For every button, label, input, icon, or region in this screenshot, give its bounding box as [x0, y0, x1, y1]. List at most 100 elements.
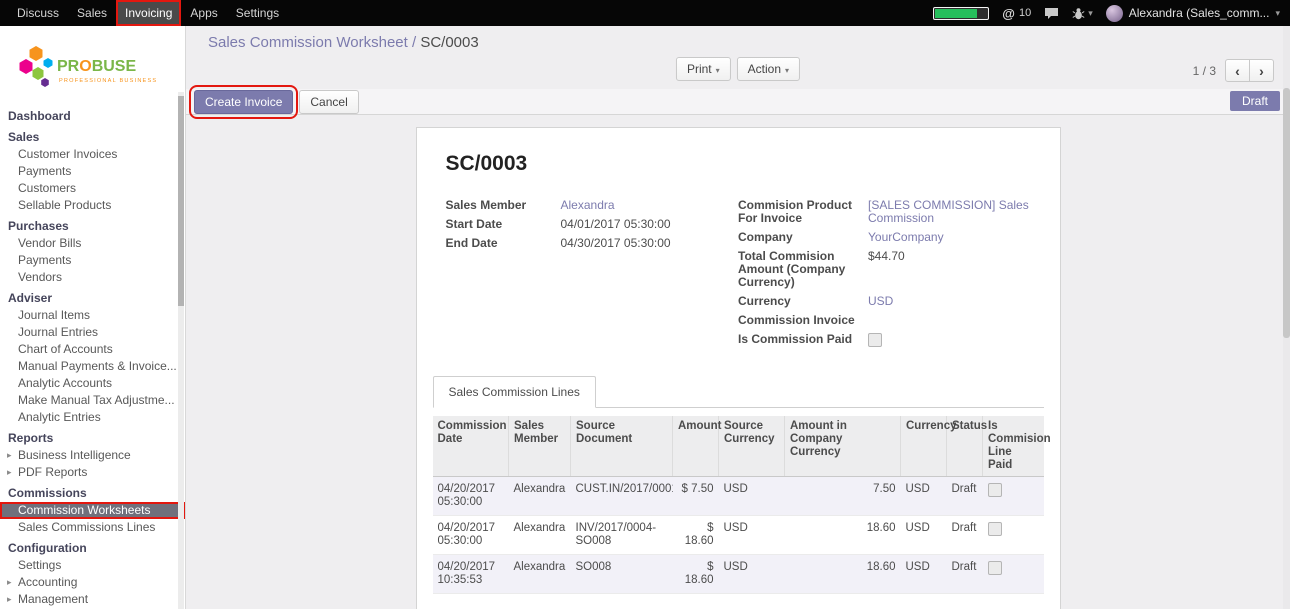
table-row[interactable]: 04/20/2017 05:30:00 Alexandra INV/2017/0… [433, 516, 1044, 555]
sidebar-section-adviser[interactable]: Adviser [0, 290, 185, 307]
sidebar-item-sales-commissions-lines[interactable]: Sales Commissions Lines [0, 519, 185, 536]
field-commission-invoice: Commission Invoice [738, 313, 1031, 327]
field-group-left: Sales Member Alexandra Start Date 04/01/… [446, 198, 739, 352]
field-end-date: End Date 04/30/2017 05:30:00 [446, 236, 739, 250]
sidebar-item-commission-worksheets[interactable]: Commission Worksheets [0, 502, 185, 519]
table-header-row: Commission Date Sales Member Source Docu… [433, 416, 1044, 477]
expand-arrow-icon: ▸ [7, 593, 12, 606]
sidebar-item-payments-purchases[interactable]: Payments [0, 252, 185, 269]
sidebar-section-dashboard[interactable]: Dashboard [0, 108, 185, 125]
sidebar-scrollbar-thumb[interactable] [178, 96, 184, 306]
sidebar-item-chart-of-accounts[interactable]: Chart of Accounts [0, 341, 185, 358]
total-commission-amount-value: $44.70 [868, 249, 905, 289]
menu-settings[interactable]: Settings [227, 0, 288, 26]
tab-sales-commission-lines[interactable]: Sales Commission Lines [433, 376, 596, 408]
sidebar-section-sales[interactable]: Sales [0, 129, 185, 146]
commission-product-link[interactable]: [SALES COMMISSION] Sales Commission [868, 198, 1029, 225]
column-header-commission-date[interactable]: Commission Date [433, 416, 509, 477]
chevron-down-icon: ▾ [1088, 8, 1093, 19]
sidebar-item-pdf-reports[interactable]: ▸PDF Reports [0, 464, 185, 481]
sidebar-item-analytic-entries[interactable]: Analytic Entries [0, 409, 185, 426]
sidebar-item-manual-payments[interactable]: Manual Payments & Invoice... [0, 358, 185, 375]
status-badge: Draft [1230, 91, 1280, 111]
sidebar-item-vendors[interactable]: Vendors [0, 269, 185, 286]
cell-line-paid [983, 555, 1044, 594]
activities-menu[interactable]: @ 10 [1002, 6, 1031, 21]
sidebar-item-tax-adjustments[interactable]: Make Manual Tax Adjustme... [0, 392, 185, 409]
expand-arrow-icon: ▸ [7, 576, 12, 589]
user-menu[interactable]: Alexandra (Sales_comm... ▾ [1106, 5, 1280, 22]
bug-icon [1072, 7, 1085, 20]
menu-apps[interactable]: Apps [181, 0, 226, 26]
column-header-source-document[interactable]: Source Document [571, 416, 673, 477]
column-header-source-currency[interactable]: Source Currency [719, 416, 785, 477]
pager-previous-button[interactable]: ‹ [1225, 59, 1250, 82]
table-row[interactable]: 04/20/2017 05:30:00 Alexandra CUST.IN/20… [433, 477, 1044, 516]
form-sheet: SC/0003 Sales Member Alexandra Start Dat… [416, 127, 1061, 609]
sidebar-item-journal-entries[interactable]: Journal Entries [0, 324, 185, 341]
column-header-currency[interactable]: Currency [901, 416, 947, 477]
sales-member-link[interactable]: Alexandra [561, 198, 615, 212]
pager-next-button[interactable]: › [1250, 59, 1274, 82]
currency-link[interactable]: USD [868, 294, 893, 308]
column-header-is-commission-line-paid[interactable]: Is Commision Line Paid [983, 416, 1044, 477]
breadcrumb-current: SC/0003 [420, 34, 478, 51]
action-button[interactable]: Action▾ [737, 57, 800, 81]
action-label: Action [748, 62, 781, 76]
sidebar-section-configuration[interactable]: Configuration [0, 540, 185, 557]
probuse-logo: PROBUSE PROFESSIONAL BUSINESS [0, 26, 185, 104]
sidebar-item-settings[interactable]: Settings [0, 557, 185, 574]
debug-menu[interactable]: ▾ [1072, 7, 1093, 20]
sidebar-item-accounting[interactable]: ▸Accounting [0, 574, 185, 591]
sidebar-item-sellable-products[interactable]: Sellable Products [0, 197, 185, 214]
logo-subtitle: PROFESSIONAL BUSINESS [59, 78, 157, 84]
cell-source-document: INV/2017/0004-SO008 [571, 516, 673, 555]
menu-invoicing[interactable]: Invoicing [116, 0, 181, 26]
cell-commission-date: 04/20/2017 05:30:00 [433, 516, 509, 555]
field-label: Commission Invoice [738, 313, 868, 327]
cell-currency: USD [901, 516, 947, 555]
user-name: Alexandra (Sales_comm... [1129, 6, 1270, 20]
cancel-button[interactable]: Cancel [299, 90, 358, 114]
table-row[interactable]: 04/20/2017 10:35:53 Alexandra SO008 $ 18… [433, 555, 1044, 594]
line-paid-checkbox [988, 522, 1002, 536]
column-header-status[interactable]: Status [947, 416, 983, 477]
sidebar-section-reports[interactable]: Reports [0, 430, 185, 447]
cell-line-paid [983, 477, 1044, 516]
menu-sales[interactable]: Sales [68, 0, 116, 26]
expand-arrow-icon: ▸ [7, 466, 12, 479]
form-statusbar: Create Invoice Cancel Draft [186, 89, 1290, 115]
sidebar-section-purchases[interactable]: Purchases [0, 218, 185, 235]
sidebar-item-vendor-bills[interactable]: Vendor Bills [0, 235, 185, 252]
column-header-amount[interactable]: Amount [673, 416, 719, 477]
battery-indicator[interactable] [933, 7, 989, 20]
main-scrollbar-thumb[interactable] [1283, 88, 1290, 338]
sidebar-item-payments[interactable]: Payments [0, 163, 185, 180]
cell-amount-company: 18.60 [785, 516, 901, 555]
sidebar-item-customers[interactable]: Customers [0, 180, 185, 197]
sidebar-item-analytic-accounts[interactable]: Analytic Accounts [0, 375, 185, 392]
sidebar-item-business-intelligence[interactable]: ▸Business Intelligence [0, 447, 185, 464]
cell-amount: $ 18.60 [673, 555, 719, 594]
sidebar-section-commissions[interactable]: Commissions [0, 485, 185, 502]
main-scrollbar[interactable] [1283, 26, 1290, 609]
breadcrumb-parent-link[interactable]: Sales Commission Worksheet [208, 34, 408, 51]
column-header-amount-company-currency[interactable]: Amount in Company Currency [785, 416, 901, 477]
sidebar-item-customer-invoices[interactable]: Customer Invoices [0, 146, 185, 163]
print-button[interactable]: Print▾ [676, 57, 731, 81]
messages-button[interactable] [1044, 7, 1059, 20]
sidebar-item-management[interactable]: ▸Management [0, 591, 185, 608]
field-commission-product: Commision Product For Invoice [SALES COM… [738, 198, 1031, 225]
column-header-sales-member[interactable]: Sales Member [509, 416, 571, 477]
sidebar-item-journal-items[interactable]: Journal Items [0, 307, 185, 324]
create-invoice-button[interactable]: Create Invoice [194, 90, 293, 114]
expand-arrow-icon: ▸ [7, 449, 12, 462]
start-date-value: 04/01/2017 05:30:00 [561, 217, 671, 231]
sidebar-scrollbar[interactable] [178, 92, 184, 609]
cell-sales-member: Alexandra [509, 516, 571, 555]
company-link[interactable]: YourCompany [868, 230, 944, 244]
field-is-commission-paid: Is Commission Paid [738, 332, 1031, 347]
menu-discuss[interactable]: Discuss [8, 0, 68, 26]
cell-status: Draft [947, 516, 983, 555]
top-navbar: Discuss Sales Invoicing Apps Settings @ … [0, 0, 1290, 26]
